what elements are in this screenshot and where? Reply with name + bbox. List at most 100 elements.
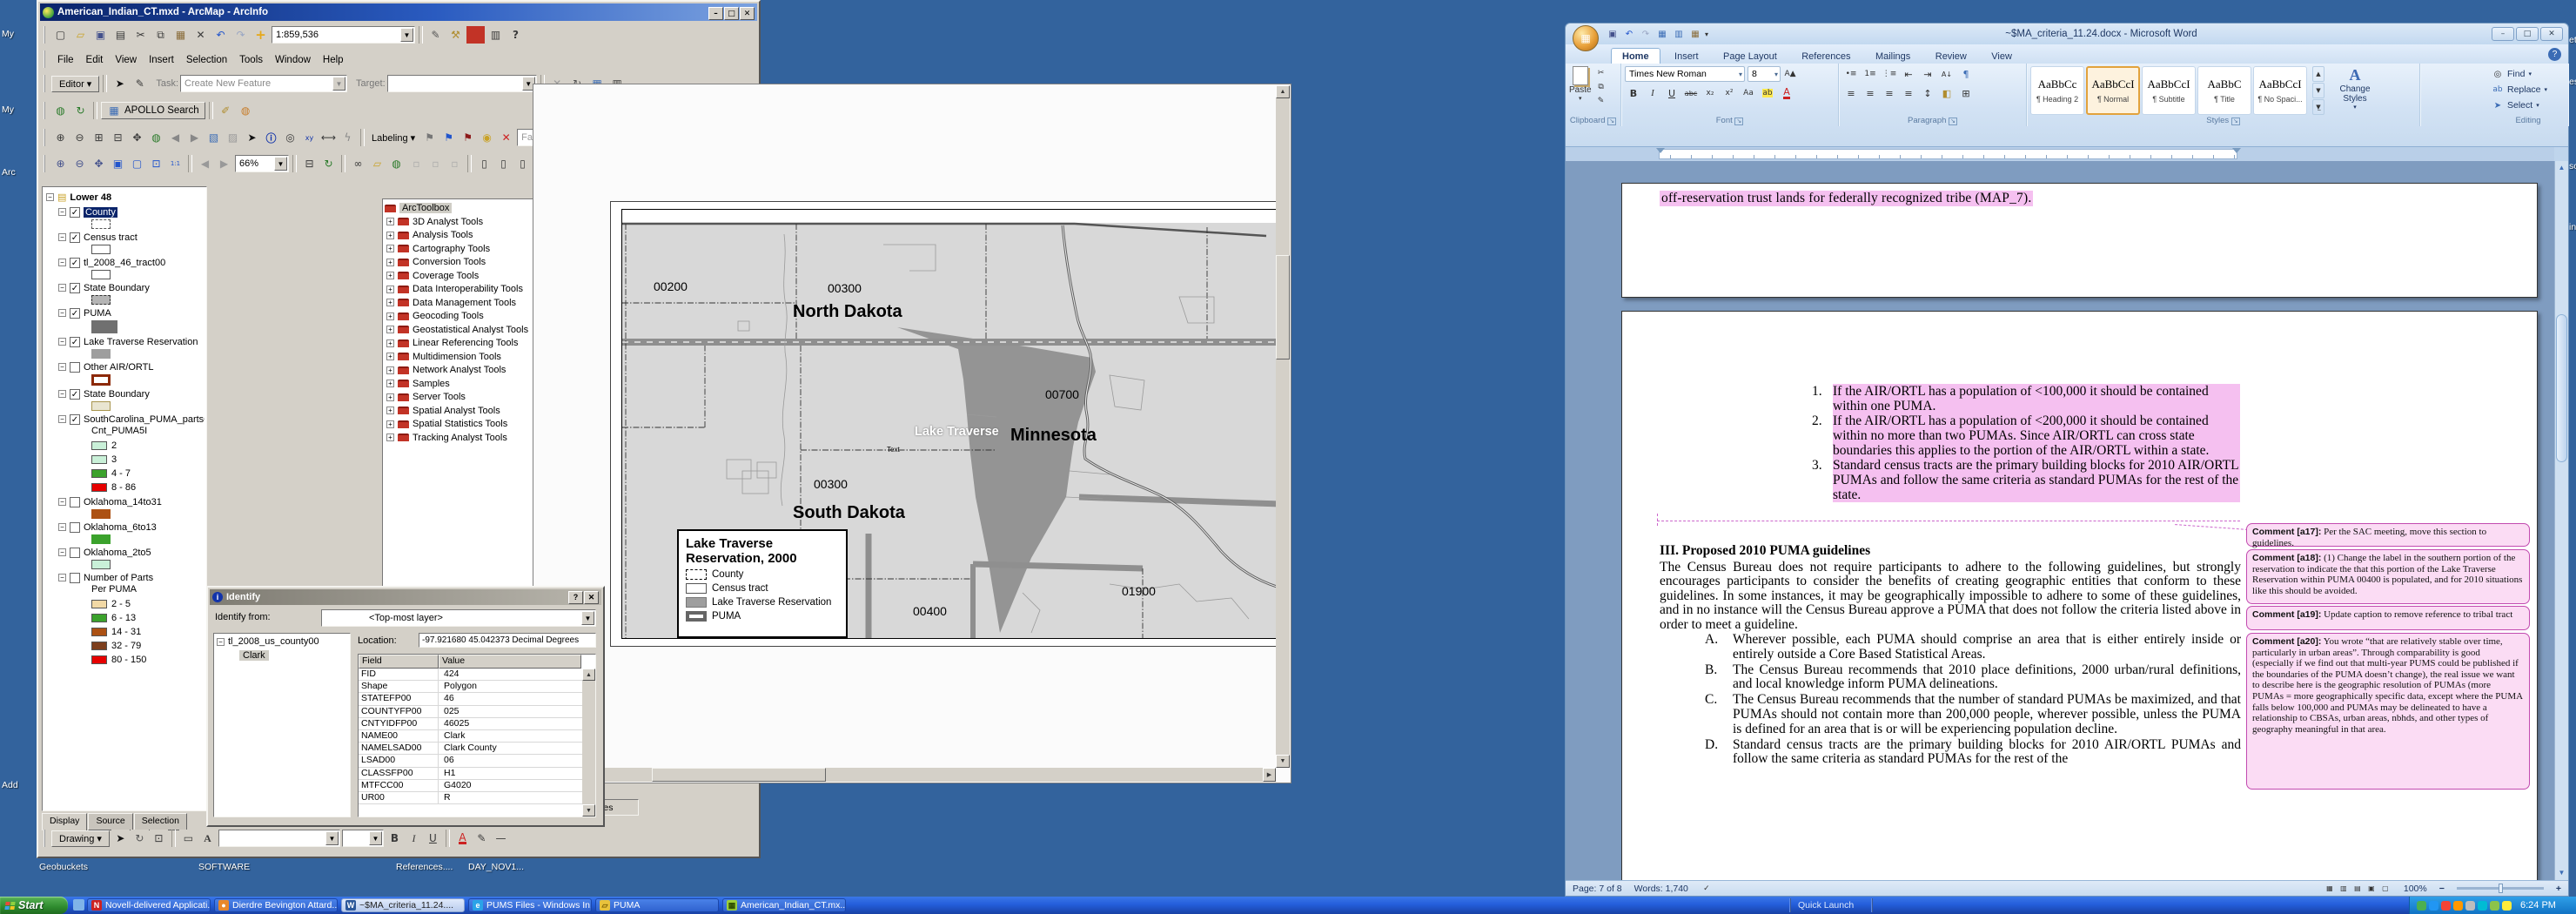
toolbox-item[interactable]: + Samples <box>386 377 533 391</box>
dataframe-label[interactable]: Lower 48 <box>70 192 111 203</box>
expand-icon[interactable]: + <box>386 313 394 320</box>
layout-tool-icon[interactable] <box>70 155 89 172</box>
attribute-row[interactable]: CLASSFP00 H1 <box>359 768 595 780</box>
attribute-row[interactable]: LSAD00 06 <box>359 755 595 767</box>
gallery-up-icon[interactable]: ▲ <box>2312 66 2324 82</box>
layer-checkbox[interactable] <box>70 414 80 425</box>
layer-symbol[interactable] <box>91 349 111 359</box>
paragraph-icon[interactable] <box>1881 66 1898 82</box>
window-control-button[interactable] <box>2516 27 2539 41</box>
style-gallery-cell[interactable]: AaBbCcI ¶ No Spaci... <box>2253 66 2307 115</box>
tray-icon[interactable] <box>2502 901 2512 911</box>
editing-button[interactable]: Replace ▾ <box>2492 82 2565 97</box>
tray-icon[interactable] <box>2441 901 2451 911</box>
window-control-button[interactable] <box>724 7 739 20</box>
desktop-icon-label[interactable]: Arc <box>2 167 16 178</box>
layer-checkbox[interactable] <box>70 337 80 347</box>
style-gallery-cell[interactable]: AaBbCcI ¶ Normal <box>2086 66 2140 115</box>
layer-symbol[interactable] <box>91 534 111 544</box>
toolbar-icon[interactable] <box>231 26 250 44</box>
toolbox-item[interactable]: + Analysis Tools <box>386 229 533 243</box>
expand-icon[interactable]: + <box>386 339 394 347</box>
layer-symbol[interactable] <box>91 320 117 333</box>
clipboard-small-icon[interactable] <box>1594 94 1608 107</box>
clipboard-small-icon[interactable] <box>1594 80 1608 93</box>
tray-icon[interactable] <box>2453 901 2463 911</box>
paste-button[interactable]: Paste ▾ <box>1569 66 1592 107</box>
layout-tool-icon[interactable] <box>368 155 386 172</box>
print-layout-view-icon[interactable]: ▦ <box>2324 884 2336 894</box>
apollo-tool-icon[interactable] <box>51 102 70 119</box>
taskbar-button[interactable]: W ~$MA_criteria_11.24.... <box>341 898 465 912</box>
layer-checkbox[interactable] <box>70 522 80 533</box>
expand-icon[interactable]: + <box>386 407 394 414</box>
clock[interactable]: 6:24 PM <box>2520 900 2556 911</box>
section-heading[interactable]: III. Proposed 2010 PUMA guidelines <box>1660 543 2241 559</box>
lettered-item[interactable]: A. Wherever possible, each PUMA should c… <box>1660 633 2241 662</box>
layer-label[interactable]: SouthCarolina_PUMA_partsCnt <box>84 414 205 425</box>
attribute-row[interactable]: Shape Polygon <box>359 681 595 693</box>
drawing-fontsize-combobox[interactable]: ▼ <box>342 830 384 847</box>
paragraph-icon[interactable] <box>1900 85 1917 101</box>
desktop-icon-label[interactable]: es 8 <box>2569 77 2576 87</box>
gallery-more-icon[interactable]: ▼̲ <box>2312 99 2324 115</box>
paragraph-icon[interactable] <box>1957 85 1975 101</box>
desktop-icon-label[interactable]: My <box>2 29 14 39</box>
layer-symbol[interactable] <box>91 270 111 279</box>
layer-symbol[interactable] <box>91 295 111 305</box>
toolbox-item[interactable]: + Tracking Analyst Tools <box>386 431 533 445</box>
menu-item[interactable]: Window <box>269 52 317 68</box>
layer-checkbox[interactable] <box>70 497 80 507</box>
legend-class-row[interactable]: 3 <box>91 454 205 466</box>
layer-checkbox[interactable] <box>70 258 80 268</box>
vertical-scrollbar[interactable]: ▲ ▼ <box>1276 85 1290 768</box>
toolbox-item[interactable]: + Coverage Tools <box>386 269 533 283</box>
toolbox-item[interactable]: + Geocoding Tools <box>386 310 533 324</box>
document-page-1[interactable]: off-reservation trust lands for federall… <box>1621 183 2538 298</box>
layout-tool-icon[interactable] <box>215 155 233 172</box>
zoom-slider-thumb[interactable] <box>2499 884 2503 893</box>
expand-icon[interactable]: + <box>386 259 394 266</box>
layer-checkbox[interactable] <box>70 573 80 583</box>
apollo-tool-icon[interactable] <box>237 102 255 119</box>
legend-class-row[interactable]: 14 - 31 <box>91 626 205 638</box>
layout-tool-icon[interactable] <box>90 155 108 172</box>
style-gallery-cell[interactable]: AaBbC ¶ Title <box>2197 66 2251 115</box>
start-button[interactable]: Start <box>0 897 68 914</box>
expand-icon[interactable]: − <box>58 309 66 317</box>
expand-icon[interactable]: − <box>58 390 66 398</box>
arctoolbox-header[interactable]: ArcToolbox <box>385 201 533 215</box>
column-header-field[interactable]: Field <box>359 655 439 669</box>
zoom-slider[interactable] <box>2457 887 2544 890</box>
layer-symbol[interactable] <box>91 401 111 411</box>
gallery-down-icon[interactable]: ▼ <box>2312 83 2324 98</box>
attribute-row[interactable]: NAME00 Clark <box>359 730 595 743</box>
expand-icon[interactable]: − <box>58 415 66 423</box>
legend-class-row[interactable]: 80 - 150 <box>91 654 205 666</box>
layout-tool-icon[interactable] <box>109 155 127 172</box>
drawing-tool-icon[interactable] <box>198 830 217 847</box>
expand-icon[interactable]: + <box>386 286 394 293</box>
desktop-icon-label[interactable]: DAY_NOV1... <box>468 862 524 872</box>
expand-icon[interactable]: + <box>386 326 394 333</box>
toolbox-item[interactable]: + Cartography Tools <box>386 242 533 256</box>
map-tool-icon[interactable] <box>51 129 70 146</box>
layer-checkbox[interactable] <box>70 207 80 218</box>
legend-class-row[interactable]: 2 <box>91 440 205 452</box>
map-tool-icon[interactable] <box>90 129 108 146</box>
font-format-icon[interactable] <box>1721 85 1738 101</box>
word-count[interactable]: Words: 1,740 <box>1634 884 1688 894</box>
apollo-tool-icon[interactable] <box>217 102 235 119</box>
attribute-row[interactable]: COUNTYFP00 025 <box>359 706 595 718</box>
outline-view-icon[interactable]: ▣ <box>2365 884 2378 894</box>
font-size-combobox[interactable]: 8 <box>1748 66 1781 82</box>
toolbar-icon[interactable] <box>252 26 270 44</box>
toolbar-grip[interactable] <box>44 75 47 92</box>
map-tool-icon[interactable] <box>70 129 89 146</box>
font-format-icon[interactable] <box>1759 85 1776 101</box>
body-paragraph[interactable]: The Census Bureau does not require parti… <box>1660 561 2241 632</box>
layer-symbol[interactable] <box>91 560 111 569</box>
desktop-icon-label[interactable]: Add <box>2 780 18 790</box>
attribute-row[interactable]: MTFCC00 G4020 <box>359 780 595 792</box>
task-combobox[interactable]: Create New Feature▼ <box>180 75 347 92</box>
